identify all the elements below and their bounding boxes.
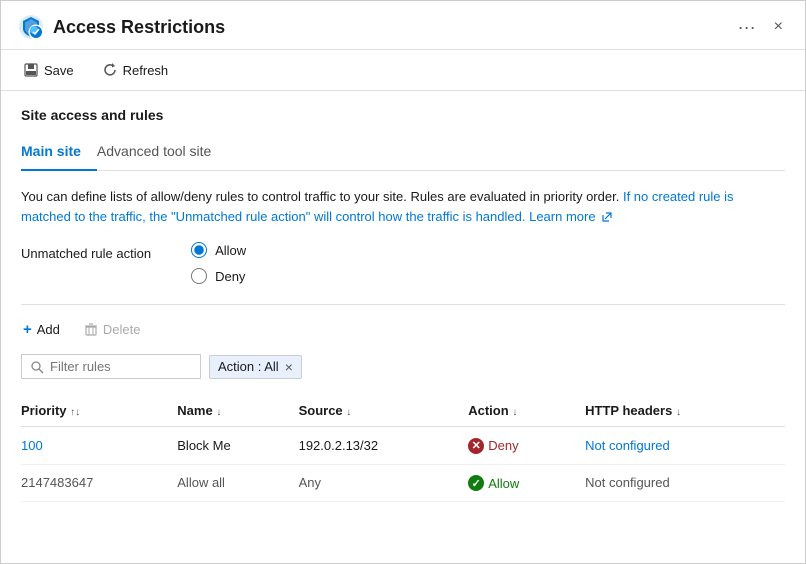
row1-priority-link[interactable]: 100 [21, 438, 43, 453]
section-title: Site access and rules [21, 107, 785, 123]
table-body: 100 Block Me 192.0.2.13/32 ✕ Deny Not co… [21, 427, 785, 502]
close-button[interactable]: × [768, 16, 789, 38]
plus-icon: + [23, 321, 32, 338]
divider [21, 304, 785, 305]
filter-tag-action-all: Action : All × [209, 355, 302, 379]
delete-button[interactable]: Delete [82, 318, 143, 341]
http-headers-sort-icon[interactable]: ↓ [676, 407, 681, 418]
refresh-button[interactable]: Refresh [96, 58, 175, 82]
tabs: Main site Advanced tool site [21, 135, 785, 171]
save-button[interactable]: Save [17, 58, 80, 82]
description-part1: You can define lists of allow/deny rules… [21, 189, 619, 204]
radio-deny-input[interactable] [191, 268, 207, 284]
filter-rules-input[interactable] [50, 359, 190, 374]
title-bar: Access Restrictions ··· × [1, 1, 805, 50]
window-menu-btn[interactable]: ··· [738, 17, 756, 38]
learn-more-link[interactable]: Learn more [529, 209, 613, 224]
row1-name: Block Me [177, 427, 298, 465]
unmatched-rule-action-label: Unmatched rule action [21, 242, 151, 261]
radio-allow-input[interactable] [191, 242, 207, 258]
toolbar: Save Refresh [1, 50, 805, 91]
tab-advanced-tool-site[interactable]: Advanced tool site [97, 135, 227, 171]
add-button[interactable]: + Add [21, 317, 62, 342]
refresh-icon [102, 62, 118, 78]
radio-group: Allow Deny [191, 242, 246, 284]
filter-tag-close-btn[interactable]: × [285, 359, 293, 375]
row1-action: ✕ Deny [468, 427, 585, 465]
row2-source: Any [299, 464, 469, 502]
table-header: Priority ↑↓ Name ↓ Source ↓ Action ↓ [21, 395, 785, 427]
tab-main-site[interactable]: Main site [21, 135, 97, 171]
allow-icon: ✓ [468, 475, 484, 491]
row1-priority: 100 [21, 427, 177, 465]
deny-icon: ✕ [468, 438, 484, 454]
col-source: Source ↓ [299, 395, 469, 427]
external-link-icon [601, 211, 613, 223]
delete-icon [84, 323, 98, 337]
app-icon [17, 13, 45, 41]
row1-action-badge: ✕ Deny [468, 438, 518, 454]
actions-row: + Add Delete [21, 317, 785, 342]
col-http-headers: HTTP headers ↓ [585, 395, 785, 427]
row2-name: Allow all [177, 464, 298, 502]
source-sort-icon[interactable]: ↓ [346, 407, 351, 418]
row2-action: ✓ Allow [468, 464, 585, 502]
row1-http-headers: Not configured [585, 427, 785, 465]
col-action: Action ↓ [468, 395, 585, 427]
main-window: Access Restrictions ··· × Save Refresh S… [0, 0, 806, 564]
action-sort-icon[interactable]: ↓ [512, 407, 517, 418]
unmatched-rule-action-section: Unmatched rule action Allow Deny [21, 242, 785, 284]
table-row[interactable]: 100 Block Me 192.0.2.13/32 ✕ Deny Not co… [21, 427, 785, 465]
radio-deny-label: Deny [215, 269, 245, 284]
row1-source: 192.0.2.13/32 [299, 427, 469, 465]
save-icon [23, 62, 39, 78]
priority-sort-icon[interactable]: ↑↓ [70, 407, 80, 418]
row1-http-headers-link[interactable]: Not configured [585, 438, 670, 453]
col-name: Name ↓ [177, 395, 298, 427]
row2-http-headers: Not configured [585, 464, 785, 502]
radio-allow-label: Allow [215, 243, 246, 258]
content-area: Site access and rules Main site Advanced… [1, 91, 805, 563]
name-sort-icon[interactable]: ↓ [216, 407, 221, 418]
search-icon [30, 360, 44, 374]
radio-allow[interactable]: Allow [191, 242, 246, 258]
row2-priority: 2147483647 [21, 464, 177, 502]
description-text: You can define lists of allow/deny rules… [21, 187, 785, 226]
filter-input-wrap [21, 354, 201, 379]
rules-table: Priority ↑↓ Name ↓ Source ↓ Action ↓ [21, 395, 785, 502]
table-row[interactable]: 2147483647 Allow all Any ✓ Allow Not con… [21, 464, 785, 502]
filter-row: Action : All × [21, 354, 785, 379]
row2-action-badge: ✓ Allow [468, 475, 519, 491]
col-priority: Priority ↑↓ [21, 395, 177, 427]
radio-deny[interactable]: Deny [191, 268, 246, 284]
window-title: Access Restrictions [53, 17, 738, 38]
